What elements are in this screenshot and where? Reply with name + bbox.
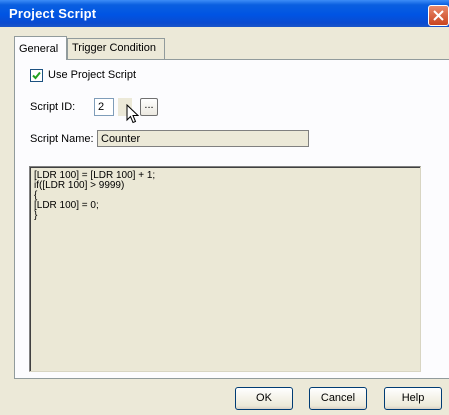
script-name-label: Script Name: [30,133,94,145]
title-bar[interactable]: Project Script [0,0,449,27]
tab-trigger-condition-label: Trigger Condition [72,42,156,54]
tab-general-label: General [19,43,59,55]
ok-button[interactable]: OK [235,387,293,410]
help-button[interactable]: Help [384,387,442,410]
script-id-label: Script ID: [30,101,76,113]
script-name-field: Counter [97,130,309,147]
mouse-pointer-icon [126,104,139,124]
cancel-button[interactable]: Cancel [309,387,367,410]
script-code: [LDR 100] = [LDR 100] + 1; if([LDR 100] … [34,170,156,221]
project-script-dialog: Project Script General Trigger Condition… [0,0,449,415]
script-editor[interactable]: [LDR 100] = [LDR 100] + 1; if([LDR 100] … [29,166,421,372]
script-id-input[interactable]: 2 [94,98,114,116]
close-icon [433,10,444,21]
checkmark-icon [32,71,41,80]
browse-button[interactable]: ... [140,98,158,116]
tab-general[interactable]: General [14,36,67,60]
window-title: Project Script [9,6,97,21]
use-project-script-label: Use Project Script [48,69,137,81]
use-project-script-checkbox[interactable] [30,69,43,82]
tab-trigger-condition[interactable]: Trigger Condition [67,38,165,59]
close-button[interactable] [428,5,449,26]
